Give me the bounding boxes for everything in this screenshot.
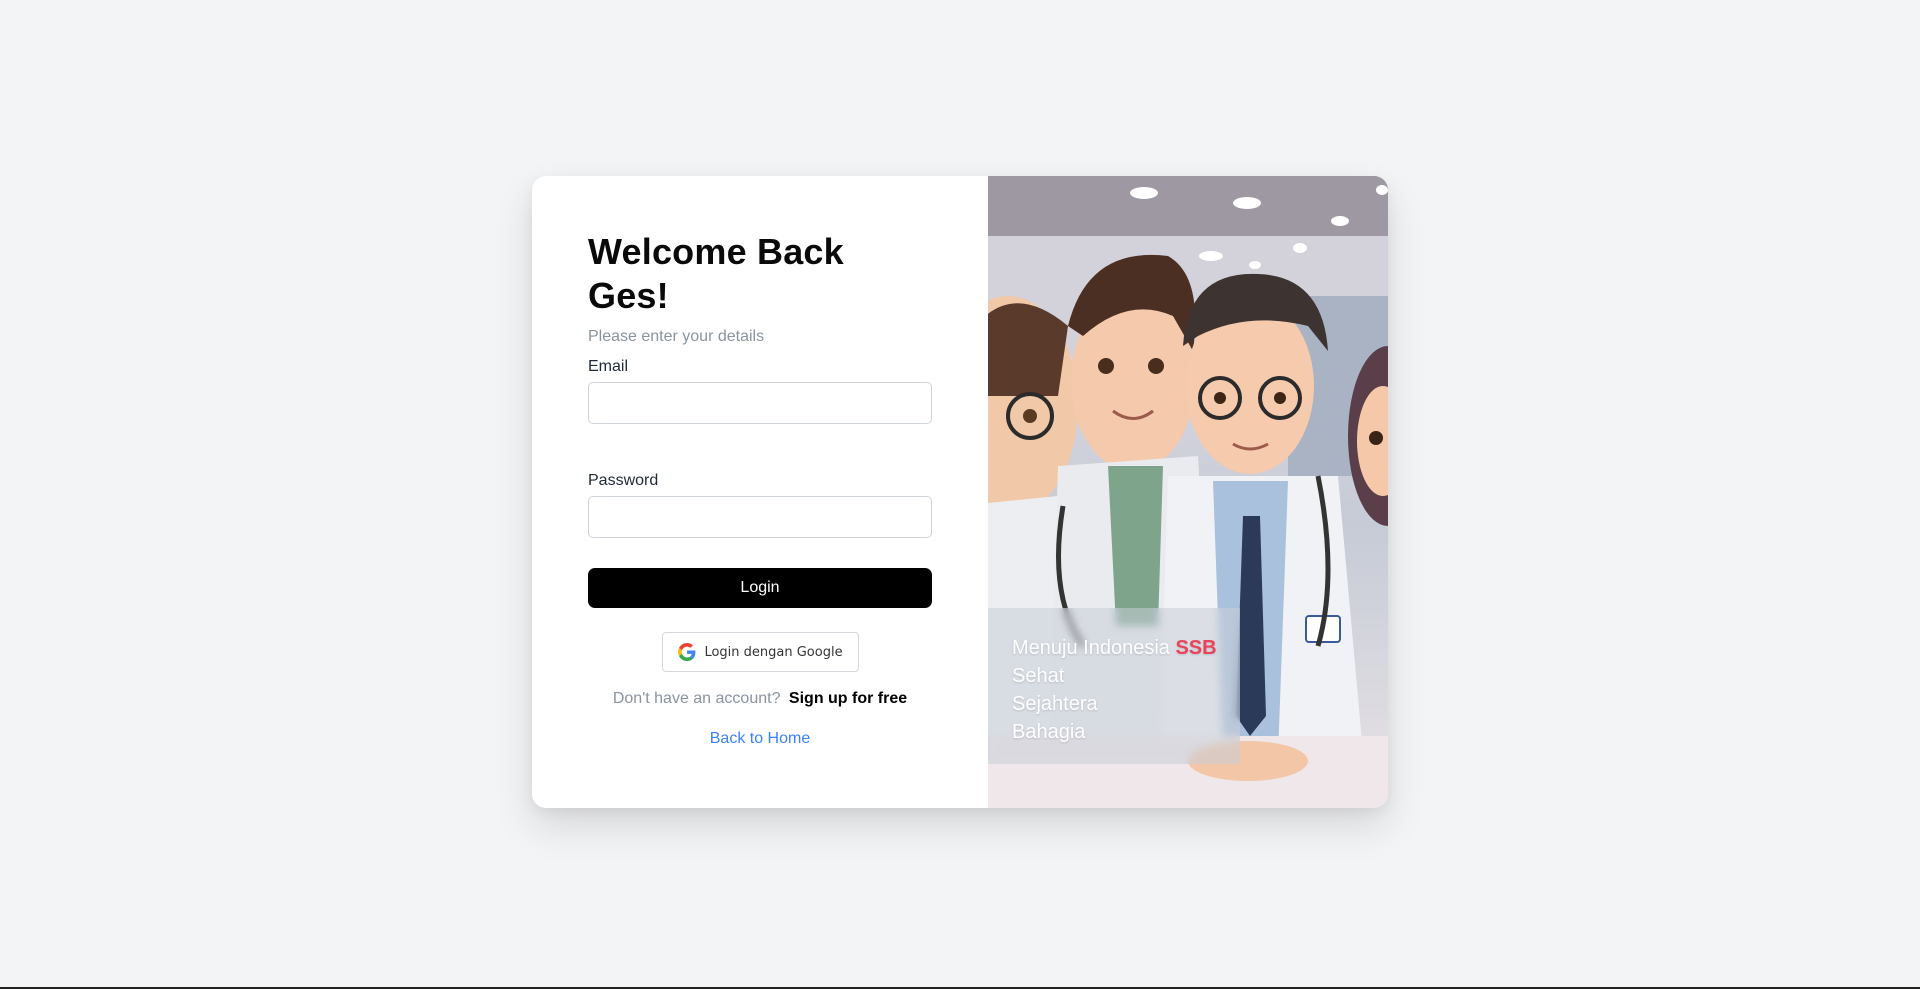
signup-question: Don't have an account?	[612, 690, 781, 707]
tagline-first-line: Menuju Indonesia SSB	[1012, 634, 1217, 662]
login-button[interactable]: Login	[588, 568, 932, 608]
email-input[interactable]	[588, 382, 932, 424]
email-label: Email	[588, 358, 629, 375]
tagline-line-sehat: Sehat	[1012, 665, 1065, 687]
hero-image-panel: Menuju Indonesia SSB Sehat Sejahtera Bah…	[988, 176, 1388, 808]
password-input[interactable]	[588, 496, 932, 538]
email-group: Email	[588, 358, 932, 424]
tagline-prefix: Menuju Indonesia	[1012, 637, 1170, 659]
signup-row: Don't have an account? Sign up for free	[532, 690, 988, 708]
google-g-icon	[678, 643, 696, 661]
login-panel: Welcome Back Ges! Please enter your deta…	[532, 176, 988, 808]
signup-link[interactable]: Sign up for free	[789, 690, 907, 707]
google-login-button[interactable]: Login dengan Google	[662, 632, 859, 672]
back-to-home-link[interactable]: Back to Home	[532, 730, 988, 748]
page-title: Welcome Back Ges!	[588, 231, 844, 316]
hero-tagline: Menuju Indonesia SSB Sehat Sejahtera Bah…	[1012, 634, 1217, 746]
password-label: Password	[588, 472, 659, 489]
tagline-accent: SSB	[1175, 637, 1217, 659]
password-group: Password	[588, 472, 932, 538]
tagline-line-sejahtera: Sejahtera	[1012, 693, 1098, 715]
tagline-line-bahagia: Bahagia	[1012, 721, 1086, 743]
google-button-label: Login dengan Google	[704, 644, 843, 660]
page-subtitle: Please enter your details	[588, 328, 765, 345]
login-card: Welcome Back Ges! Please enter your deta…	[532, 176, 1388, 808]
